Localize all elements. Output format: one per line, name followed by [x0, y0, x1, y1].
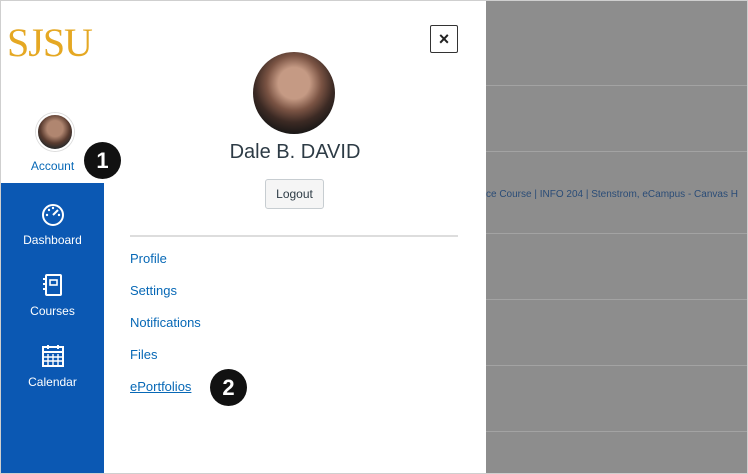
nav-item-calendar-label: Calendar: [28, 375, 77, 389]
course-breadcrumb: ce Course | INFO 204 | Stenstrom, eCampu…: [486, 189, 738, 200]
logout-button[interactable]: Logout: [265, 179, 324, 209]
account-tray: × Dale B. DAVID Logout Profile Settings …: [104, 1, 486, 473]
dimmed-page-overlay[interactable]: ce Course | INFO 204 | Stenstrom, eCampu…: [486, 1, 747, 473]
close-tray-button[interactable]: ×: [430, 25, 458, 53]
calendar-icon: [41, 345, 64, 367]
callout-badge-1: 1: [84, 142, 121, 179]
files-link[interactable]: Files: [130, 347, 201, 379]
nav-item-courses-label: Courses: [30, 304, 75, 318]
profile-link[interactable]: Profile: [130, 251, 201, 283]
nav-item-dashboard-label: Dashboard: [23, 233, 82, 247]
background-divider: [486, 151, 747, 152]
background-divider: [486, 431, 747, 432]
callout-badge-2: 2: [210, 369, 247, 406]
user-name: Dale B. DAVID: [229, 141, 361, 163]
background-divider: [486, 85, 747, 86]
global-navigation: SJSU Account Dashboard Courses Calendar: [1, 1, 104, 473]
background-divider: [486, 299, 747, 300]
profile-avatar: [253, 52, 335, 134]
screen-frame: SJSU Account Dashboard Courses Calendar …: [0, 0, 748, 474]
background-divider: [486, 365, 747, 366]
nav-item-courses[interactable]: Courses: [1, 272, 104, 318]
courses-book-icon: [42, 274, 62, 296]
nav-item-dashboard[interactable]: Dashboard: [1, 201, 104, 247]
notifications-link[interactable]: Notifications: [130, 315, 201, 347]
background-divider: [486, 233, 747, 234]
eportfolios-link[interactable]: ePortfolios: [130, 379, 201, 411]
dashboard-gauge-icon: [41, 204, 64, 226]
settings-link[interactable]: Settings: [130, 283, 201, 315]
nav-blue-panel: Dashboard Courses Calendar: [1, 183, 104, 473]
account-avatar: [36, 113, 74, 151]
sjsu-logo[interactable]: SJSU: [7, 23, 93, 63]
tray-divider: [130, 235, 458, 237]
nav-item-calendar[interactable]: Calendar: [1, 343, 104, 389]
tray-links: Profile Settings Notifications Files ePo…: [130, 251, 201, 411]
